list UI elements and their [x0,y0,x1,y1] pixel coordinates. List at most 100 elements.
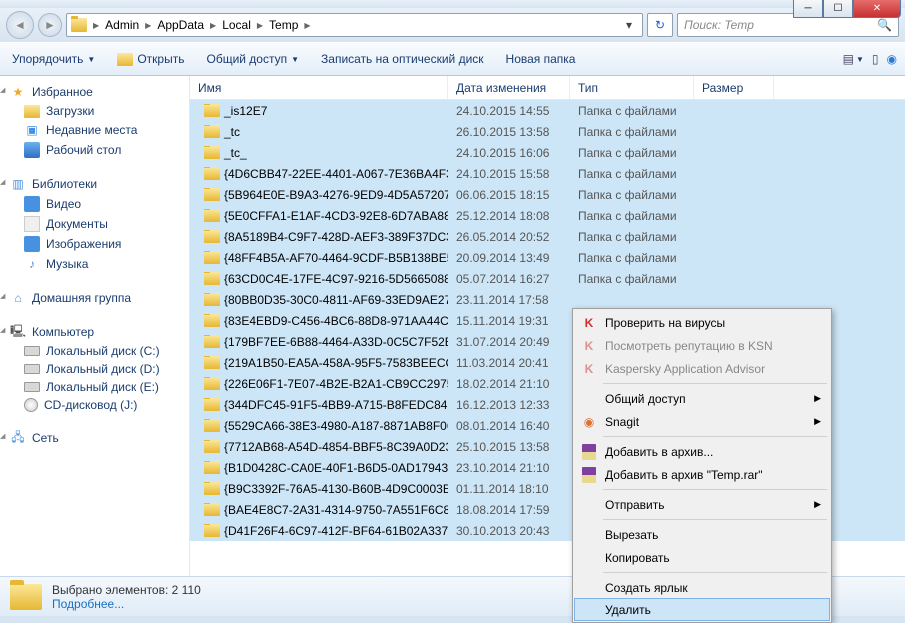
folder-icon [204,230,220,243]
drive-icon [24,382,40,392]
burn-button[interactable]: Записать на оптический диск [317,50,488,68]
file-name: {63CD0C4E-17FE-4C97-9216-5D56650887... [224,272,448,286]
file-date: 26.10.2015 13:58 [448,125,570,139]
ctx-shortcut[interactable]: Создать ярлык [575,576,829,599]
drive-icon [24,346,40,356]
sidebar-item-cd[interactable]: CD-дисковод (J:) [0,396,189,414]
ctx-share[interactable]: Общий доступ▶ [575,387,829,410]
breadcrumb[interactable]: AppData [153,18,208,32]
star-icon: ★ [10,84,26,100]
file-name: {48FF4B5A-AF70-4464-9CDF-B5B138BE5B... [224,251,448,265]
ctx-cut[interactable]: Вырезать [575,523,829,546]
file-name: {B1D0428C-CA0E-40F1-B6D5-0AD17943E... [224,461,448,475]
column-date[interactable]: Дата изменения [448,76,570,99]
table-row[interactable]: _tc26.10.2015 13:58Папка с файлами [190,121,905,142]
status-selected: Выбрано элементов: 2 110 [52,583,201,597]
table-row[interactable]: {63CD0C4E-17FE-4C97-9216-5D56650887...05… [190,268,905,289]
ctx-snagit[interactable]: ◉Snagit▶ [575,410,829,433]
share-button[interactable]: Общий доступ ▼ [202,50,303,68]
rar-icon [581,467,597,483]
folder-icon [204,503,220,516]
table-row[interactable]: {4D6CBB47-22EE-4401-A067-7E36BA4F37...24… [190,163,905,184]
sidebar-libraries[interactable]: ▥Библиотеки [0,174,189,194]
file-date: 18.02.2014 21:10 [448,377,570,391]
file-name: {BAE4E8C7-2A31-4314-9750-7A551F6C8E... [224,503,448,517]
navbar: ◄ ► ▶ Admin▶ AppData▶ Local▶ Temp▶ ▾ ↻ П… [0,8,905,42]
refresh-button[interactable]: ↻ [647,13,673,37]
file-name: {83E4EBD9-C456-4BC6-88D8-971AA44CC2... [224,314,448,328]
organize-button[interactable]: Упорядочить ▼ [8,50,99,68]
folder-icon [204,482,220,495]
sidebar-item-documents[interactable]: Документы [0,214,189,234]
file-date: 15.11.2014 19:31 [448,314,570,328]
folder-icon [204,272,220,285]
address-dropdown[interactable]: ▾ [620,18,638,32]
file-date: 30.10.2013 20:43 [448,524,570,538]
folder-icon [204,398,220,411]
breadcrumb[interactable]: Temp [265,18,302,32]
sidebar-computer[interactable]: 🖳Компьютер [0,322,189,342]
kaspersky-icon: K [581,315,597,331]
file-date: 05.07.2014 16:27 [448,272,570,286]
sidebar-network[interactable]: 🖧Сеть [0,428,189,448]
ctx-add-archive[interactable]: Добавить в архив... [575,440,829,463]
maximize-button[interactable]: ☐ [823,0,853,18]
table-row[interactable]: {80BB0D35-30C0-4811-AF69-33ED9AE27...23.… [190,289,905,310]
file-type: Папка с файлами [570,125,694,139]
column-type[interactable]: Тип [570,76,694,99]
new-folder-button[interactable]: Новая папка [502,50,580,68]
table-row[interactable]: {8A5189B4-C9F7-428D-AEF3-389F37DC34...26… [190,226,905,247]
table-row[interactable]: _is12E724.10.2015 14:55Папка с файлами [190,100,905,121]
folder-icon [204,461,220,474]
folder-icon [117,53,133,66]
folder-icon [204,167,220,180]
address-bar[interactable]: ▶ Admin▶ AppData▶ Local▶ Temp▶ ▾ [66,13,643,37]
help-button[interactable]: ◉ [887,52,897,66]
recent-icon: ▣ [24,122,40,138]
back-button[interactable]: ◄ [6,11,34,39]
sidebar-favorites[interactable]: ★Избранное [0,82,189,102]
table-row[interactable]: _tc_24.10.2015 16:06Папка с файлами [190,142,905,163]
sidebar-item-recent[interactable]: ▣Недавние места [0,120,189,140]
titlebar: ─ ☐ ✕ [0,0,905,8]
folder-icon [204,524,220,537]
file-date: 06.06.2015 18:15 [448,188,570,202]
view-button[interactable]: ▤ ▼ [843,52,864,66]
sidebar-item-drive-d[interactable]: Локальный диск (D:) [0,360,189,378]
ctx-kaspersky-advisor: KKaspersky Application Advisor [575,357,829,380]
file-type: Папка с файлами [570,272,694,286]
search-icon: 🔍 [877,18,892,32]
sidebar-item-video[interactable]: Видео [0,194,189,214]
sidebar-item-downloads[interactable]: Загрузки [0,102,189,120]
column-name[interactable]: Имя [190,76,448,99]
status-more-link[interactable]: Подробнее... [52,597,201,611]
sidebar-homegroup[interactable]: ⌂Домашняя группа [0,288,189,308]
breadcrumb[interactable]: Admin [101,18,143,32]
table-row[interactable]: {5E0CFFA1-E1AF-4CD3-92E8-6D7ABA881...25.… [190,205,905,226]
ctx-send-to[interactable]: Отправить▶ [575,493,829,516]
ctx-add-rar[interactable]: Добавить в архив "Temp.rar" [575,463,829,486]
ctx-scan-viruses[interactable]: KПроверить на вирусы [575,311,829,334]
forward-button[interactable]: ► [38,13,62,37]
sidebar-item-drive-e[interactable]: Локальный диск (E:) [0,378,189,396]
table-row[interactable]: {48FF4B5A-AF70-4464-9CDF-B5B138BE5B...20… [190,247,905,268]
image-icon [24,236,40,252]
cd-icon [24,398,38,412]
close-button[interactable]: ✕ [853,0,901,18]
sidebar-item-music[interactable]: ♪Музыка [0,254,189,274]
table-row[interactable]: {5B964E0E-B9A3-4276-9ED9-4D5A572074...06… [190,184,905,205]
preview-button[interactable]: ▯ [872,52,879,66]
sidebar-item-images[interactable]: Изображения [0,234,189,254]
sidebar-item-drive-c[interactable]: Локальный диск (C:) [0,342,189,360]
open-button[interactable]: Открыть [113,50,188,68]
ctx-copy[interactable]: Копировать [575,546,829,569]
file-name: {344DFC45-91F5-4BB9-A715-B8FEDC84C232} [224,398,448,412]
ctx-delete[interactable]: Удалить [574,598,830,621]
sidebar-item-desktop[interactable]: Рабочий стол [0,140,189,160]
snagit-icon: ◉ [581,414,597,430]
minimize-button[interactable]: ─ [793,0,823,18]
drive-icon [24,364,40,374]
column-size[interactable]: Размер [694,76,774,99]
rar-icon [581,444,597,460]
breadcrumb[interactable]: Local [218,18,255,32]
